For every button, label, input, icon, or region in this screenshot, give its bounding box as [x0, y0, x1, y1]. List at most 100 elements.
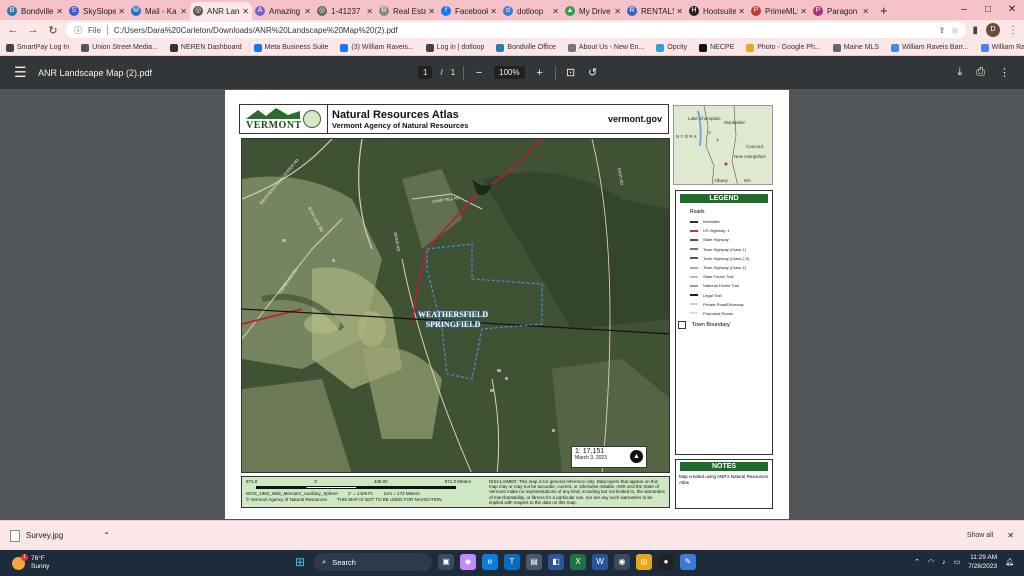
app-icon[interactable]: ◉	[614, 554, 630, 570]
bookmark-item[interactable]: (3) William Raveis...	[340, 43, 414, 52]
bookmark-label: Photo - Google Ph...	[757, 44, 821, 51]
tab-close-icon[interactable]: ✕	[428, 7, 435, 16]
address-bar[interactable]: ⓘ File C:/Users/Dara%20Carleton/Download…	[66, 22, 967, 38]
tab-close-icon[interactable]: ✕	[800, 7, 807, 16]
browser-tab[interactable]: R Real Estat ✕	[376, 2, 438, 20]
zoom-level-input[interactable]: 100%	[494, 66, 525, 79]
tab-favicon-icon: R	[627, 6, 637, 16]
bookmark-item[interactable]: Opcity	[656, 43, 687, 52]
bookmark-item[interactable]: Union Street Media...	[81, 43, 158, 52]
page-number-input[interactable]: 1	[418, 66, 433, 79]
bookmark-item[interactable]: NEREN Dashboard	[169, 43, 242, 52]
browser-tab[interactable]: B Bondville ✕	[4, 2, 66, 20]
battery-icon[interactable]: ▭	[954, 558, 961, 566]
browser-tab[interactable]: P Paragon 5 ✕	[810, 2, 872, 20]
tab-close-icon[interactable]: ✕	[304, 7, 311, 16]
info-icon[interactable]: ⓘ	[74, 25, 82, 36]
print-icon[interactable]: ⎙	[976, 66, 985, 79]
browser-tab[interactable]: S SkySlope ✕	[66, 2, 128, 20]
download-filename[interactable]: Survey.jpg	[26, 531, 63, 540]
address-url[interactable]: C:/Users/Dara%20Carleton/Downloads/ANR%2…	[114, 26, 933, 35]
bookmark-item[interactable]: About Us - New En...	[567, 43, 644, 52]
show-all-button[interactable]: Show all	[967, 532, 993, 539]
bookmark-item[interactable]: NECPE	[699, 43, 734, 52]
download-icon[interactable]: ⤓	[957, 66, 962, 79]
share-icon[interactable]: ⇪	[939, 26, 946, 35]
back-arrow-icon[interactable]: ←	[6, 24, 20, 36]
browser-tab[interactable]: ◎ 1-41237 ✕	[314, 2, 376, 20]
bookmark-item[interactable]: Bondville Office	[496, 43, 556, 52]
clock[interactable]: 11:29 AM 7/28/2023	[968, 553, 997, 571]
chat-icon[interactable]: ●	[658, 554, 674, 570]
tray-overflow-icon[interactable]: ⌃	[914, 558, 920, 566]
bookmark-item[interactable]: William Raveis Lam...	[980, 43, 1024, 52]
bookmark-item[interactable]: Log in | dotloop	[425, 43, 484, 52]
bookmark-item[interactable]: Meta Business Suite	[253, 43, 328, 52]
tab-favicon-icon: S	[69, 6, 79, 16]
bookmark-item[interactable]: Maine MLS	[832, 43, 879, 52]
tab-close-icon[interactable]: ✕	[738, 7, 745, 16]
minimize-button[interactable]: –	[952, 0, 976, 20]
tab-close-icon[interactable]: ✕	[56, 7, 63, 16]
hamburger-menu-icon[interactable]: ☰	[14, 64, 34, 81]
word-icon[interactable]: W	[592, 554, 608, 570]
tab-close-icon[interactable]: ✕	[242, 7, 249, 16]
weather-widget[interactable]: 1 76°F Sunny	[0, 553, 200, 571]
browser-tab[interactable]: ▲ My Drive ✕	[562, 2, 624, 20]
task-view-icon[interactable]: ▣	[438, 554, 454, 570]
new-tab-button[interactable]: +	[880, 2, 888, 20]
tab-close-icon[interactable]: ✕	[180, 7, 187, 16]
forward-arrow-icon[interactable]: →	[26, 24, 40, 36]
legend-title: LEGEND	[680, 194, 768, 203]
tab-close-icon[interactable]: ✕	[490, 7, 497, 16]
zoom-in-icon[interactable]: +	[533, 67, 547, 79]
maximize-button[interactable]: □	[976, 0, 1000, 20]
browser-tab[interactable]: f Facebook ✕	[438, 2, 500, 20]
tab-close-icon[interactable]: ✕	[614, 7, 621, 16]
reload-icon[interactable]: ↻	[46, 24, 60, 37]
chevron-up-icon[interactable]: ⌃	[103, 531, 110, 540]
store-icon[interactable]: ◧	[548, 554, 564, 570]
browser-tab[interactable]: M Mail - Ka ✕	[128, 2, 190, 20]
profile-avatar[interactable]: D	[986, 23, 1000, 37]
bookmark-item[interactable]: William Raveis Barr...	[891, 43, 969, 52]
fit-page-icon[interactable]: ⊡	[564, 66, 578, 79]
browser-tab[interactable]: R RENTALS ✕	[624, 2, 686, 20]
wifi-icon[interactable]: ◠	[928, 558, 934, 566]
tab-close-icon[interactable]: ✕	[552, 7, 559, 16]
legend-swatch	[690, 238, 698, 241]
tab-close-icon[interactable]: ✕	[366, 7, 373, 16]
more-menu-icon[interactable]: ⋮	[1008, 25, 1018, 36]
browser-tab[interactable]: ◎ ANR Landsc✕	[190, 2, 252, 20]
browser-tab[interactable]: P PrimeMLS✕	[748, 2, 810, 20]
teams-icon[interactable]: T	[504, 554, 520, 570]
pdf-viewer[interactable]: VERMONT Natural Resources Atlas Vermont …	[0, 89, 1024, 520]
bookmark-item[interactable]: Photo - Google Ph...	[746, 43, 821, 52]
excel-icon[interactable]: X	[570, 554, 586, 570]
start-windows-icon[interactable]: ⊞	[292, 554, 308, 570]
browser-tab[interactable]: A Amazing ✕	[252, 2, 314, 20]
browser-tab[interactable]: d dotloop ✕	[500, 2, 562, 20]
widgets-icon[interactable]: ◆	[460, 554, 476, 570]
close-download-bar-icon[interactable]: ✕	[1007, 531, 1014, 540]
side-panel-icon[interactable]: ▮	[972, 25, 978, 36]
tab-title: Bondville	[21, 6, 54, 16]
bookmark-item[interactable]: SmartPay Log In	[6, 43, 69, 52]
volume-icon[interactable]: ♪	[942, 559, 946, 566]
rotate-icon[interactable]: ↺	[586, 66, 600, 79]
chrome-icon[interactable]: ◎	[636, 554, 652, 570]
zoom-out-icon[interactable]: −	[472, 67, 486, 79]
aerial-map-svg	[242, 139, 669, 472]
browser-tab[interactable]: H Hootsuite ✕	[686, 2, 748, 20]
file-explorer-icon[interactable]: ▤	[526, 554, 542, 570]
tab-close-icon[interactable]: ✕	[862, 7, 869, 16]
edge-browser-icon[interactable]: e	[482, 554, 498, 570]
pen-icon[interactable]: ✎	[680, 554, 696, 570]
notification-bell-icon[interactable]: 🔔︎	[1005, 558, 1014, 566]
bookmark-star-icon[interactable]: ☆	[951, 26, 958, 35]
pdf-more-icon[interactable]: ⋮	[999, 66, 1010, 79]
tab-close-icon[interactable]: ✕	[118, 7, 125, 16]
taskbar-search[interactable]: ⌕ Search	[314, 553, 432, 571]
close-window-button[interactable]: ✕	[1000, 0, 1024, 20]
tab-close-icon[interactable]: ✕	[676, 7, 683, 16]
